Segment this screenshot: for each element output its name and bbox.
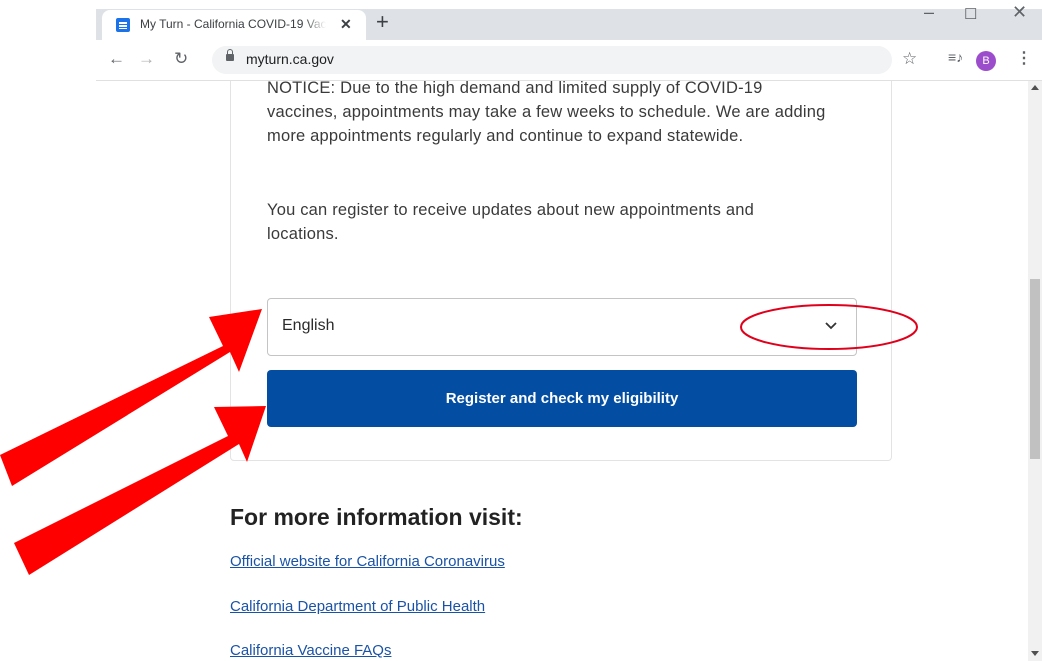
browser-toolbar: ← → ↻ myturn.ca.gov ☆ ≡♪ B ⋮ (96, 40, 1042, 81)
notice-text: NOTICE: Due to the high demand and limit… (267, 81, 826, 145)
lock-icon[interactable] (226, 49, 234, 61)
tab-strip: My Turn - California COVID-19 Vaccine ✕ … (0, 0, 1042, 40)
registration-card: NOTICE: Due to the high demand and limit… (230, 81, 892, 461)
window-maximize-button[interactable]: ☐ (964, 5, 977, 23)
link-official-coronavirus[interactable]: Official website for California Coronavi… (230, 553, 505, 570)
kebab-menu-icon[interactable]: ⋮ (1016, 48, 1032, 68)
window-close-button[interactable]: ✕ (1012, 2, 1027, 23)
scrollbar-thumb[interactable] (1030, 279, 1040, 459)
url-text[interactable]: myturn.ca.gov (246, 51, 334, 67)
language-select[interactable]: English (267, 298, 857, 356)
chevron-down-icon[interactable] (824, 319, 838, 333)
profile-avatar[interactable]: B (976, 51, 996, 71)
forward-arrow-icon[interactable]: → (138, 49, 155, 69)
link-vaccine-faqs[interactable]: California Vaccine FAQs (230, 642, 391, 659)
scroll-up-arrow-icon[interactable] (1031, 85, 1039, 90)
back-arrow-icon[interactable]: ← (108, 49, 125, 69)
page-favicon-icon (116, 18, 130, 32)
window-minimize-button[interactable]: – (924, 2, 934, 23)
browser-chrome: My Turn - California COVID-19 Vaccine ✕ … (0, 0, 1042, 81)
new-tab-button[interactable]: + (376, 11, 389, 33)
register-updates-text: You can register to receive updates abou… (267, 201, 754, 243)
link-public-health[interactable]: California Department of Public Health (230, 598, 485, 615)
tab-title: My Turn - California COVID-19 Vaccine (140, 17, 326, 31)
language-select-value: English (282, 317, 335, 334)
more-info-heading: For more information visit: (230, 504, 523, 530)
page-content: NOTICE: Due to the high demand and limit… (0, 81, 1028, 661)
register-eligibility-button[interactable]: Register and check my eligibility (267, 370, 857, 427)
playlist-icon[interactable]: ≡♪ (948, 49, 963, 65)
address-bar[interactable]: myturn.ca.gov (212, 46, 892, 74)
tab-close-icon[interactable]: ✕ (340, 16, 352, 33)
vertical-scrollbar[interactable] (1028, 81, 1042, 661)
reload-icon[interactable]: ↻ (174, 49, 188, 69)
browser-tab[interactable]: My Turn - California COVID-19 Vaccine ✕ (102, 10, 366, 40)
star-icon[interactable]: ☆ (902, 49, 917, 69)
scroll-down-arrow-icon[interactable] (1031, 651, 1039, 656)
